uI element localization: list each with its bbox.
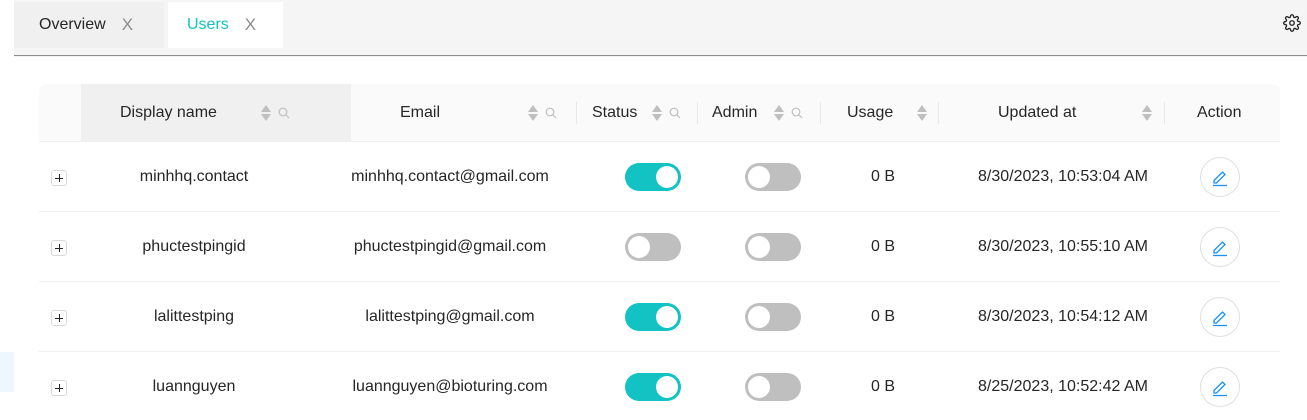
sort-icon[interactable]	[652, 104, 662, 122]
column-email-label: Email	[400, 104, 441, 121]
column-action-label: Action	[1197, 104, 1242, 121]
updated-at-cell: 8/30/2023, 10:53:04 AM	[978, 168, 1148, 185]
usage-cell: 0 B	[870, 168, 895, 185]
updated-at-cell: 8/25/2023, 10:52:42 AM	[978, 378, 1148, 395]
sort-icon[interactable]	[774, 104, 784, 122]
users-table: Display name Email Status Admin Usage Up…	[39, 84, 1280, 420]
left-sidebar-strip	[0, 0, 14, 420]
expand-row-plus-icon[interactable]	[51, 380, 67, 396]
tab-overview[interactable]: Overview X	[14, 2, 164, 48]
column-admin-label: Admin	[712, 104, 758, 121]
admin-toggle[interactable]	[745, 373, 801, 401]
expand-row-plus-icon[interactable]	[51, 310, 67, 326]
usage-cell: 0 B	[870, 308, 895, 325]
table-header: Display name Email Status Admin Usage Up…	[39, 84, 1280, 142]
column-display-name-label: Display name	[120, 104, 217, 121]
column-separator	[820, 102, 821, 124]
column-admin[interactable]: Admin	[712, 84, 757, 142]
column-display-name[interactable]: Display name	[120, 84, 217, 142]
admin-toggle[interactable]	[745, 303, 801, 331]
expand-row-plus-icon[interactable]	[51, 240, 67, 256]
admin-toggle[interactable]	[745, 233, 801, 261]
table-row: phuctestpingid phuctestpingid@gmail.com …	[39, 212, 1280, 282]
pencil-icon	[1212, 381, 1227, 397]
search-icon[interactable]	[545, 107, 557, 119]
table-row: minhhq.contact minhhq.contact@gmail.com …	[39, 142, 1280, 212]
edit-button[interactable]	[1199, 297, 1240, 337]
column-status[interactable]: Status	[592, 84, 637, 142]
column-separator	[1164, 102, 1165, 124]
email-cell: minhhq.contact@gmail.com	[351, 168, 549, 185]
display-name-cell: minhhq.contact	[139, 168, 249, 185]
sort-icon[interactable]	[1142, 104, 1152, 122]
sidebar-selection-marker	[0, 352, 14, 392]
gear-icon[interactable]	[1283, 14, 1301, 32]
status-toggle[interactable]	[625, 163, 681, 191]
tab-bar: Overview X Users X	[14, 0, 1307, 56]
pencil-icon	[1212, 311, 1227, 327]
edit-button[interactable]	[1199, 367, 1240, 407]
status-toggle[interactable]	[625, 233, 681, 261]
sort-icon[interactable]	[917, 104, 927, 122]
search-icon[interactable]	[278, 107, 290, 119]
tab-overview-label: Overview	[39, 16, 106, 33]
expand-row-plus-icon[interactable]	[51, 170, 67, 186]
usage-cell: 0 B	[870, 238, 895, 255]
table-row: lalittestping lalittestping@gmail.com 0 …	[39, 282, 1280, 352]
display-name-cell: lalittestping	[153, 308, 235, 325]
column-separator	[938, 102, 939, 124]
column-updated-at[interactable]: Updated at	[998, 84, 1076, 142]
search-icon[interactable]	[791, 107, 803, 119]
search-icon[interactable]	[669, 107, 681, 119]
tab-users[interactable]: Users X	[168, 2, 283, 48]
edit-button[interactable]	[1199, 227, 1240, 267]
column-separator	[697, 102, 698, 124]
pencil-icon	[1212, 171, 1227, 187]
email-cell: luannguyen@bioturing.com	[352, 378, 548, 395]
tab-overview-close-icon[interactable]: X	[122, 15, 133, 35]
email-cell: lalittestping@gmail.com	[365, 308, 535, 325]
edit-button[interactable]	[1199, 157, 1240, 197]
column-action: Action	[1197, 84, 1241, 142]
updated-at-cell: 8/30/2023, 10:55:10 AM	[978, 238, 1148, 255]
status-toggle[interactable]	[625, 303, 681, 331]
column-email[interactable]: Email	[400, 84, 440, 142]
column-status-label: Status	[592, 104, 638, 121]
updated-at-cell: 8/30/2023, 10:54:12 AM	[978, 308, 1148, 325]
sort-icon[interactable]	[528, 104, 538, 122]
column-usage-label: Usage	[847, 104, 894, 121]
display-name-cell: luannguyen	[152, 378, 236, 395]
tab-users-close-icon[interactable]: X	[245, 15, 256, 35]
sort-icon[interactable]	[261, 104, 271, 122]
admin-toggle[interactable]	[745, 163, 801, 191]
table-row: luannguyen luannguyen@bioturing.com 0 B …	[39, 352, 1280, 420]
pencil-icon	[1212, 241, 1227, 257]
tab-users-label: Users	[187, 16, 229, 33]
display-name-cell: phuctestpingid	[142, 238, 246, 255]
usage-cell: 0 B	[870, 378, 895, 395]
status-toggle[interactable]	[625, 373, 681, 401]
column-separator	[576, 102, 577, 124]
email-cell: phuctestpingid@gmail.com	[353, 238, 547, 255]
column-usage[interactable]: Usage	[847, 84, 893, 142]
column-updated-at-label: Updated at	[998, 104, 1077, 121]
